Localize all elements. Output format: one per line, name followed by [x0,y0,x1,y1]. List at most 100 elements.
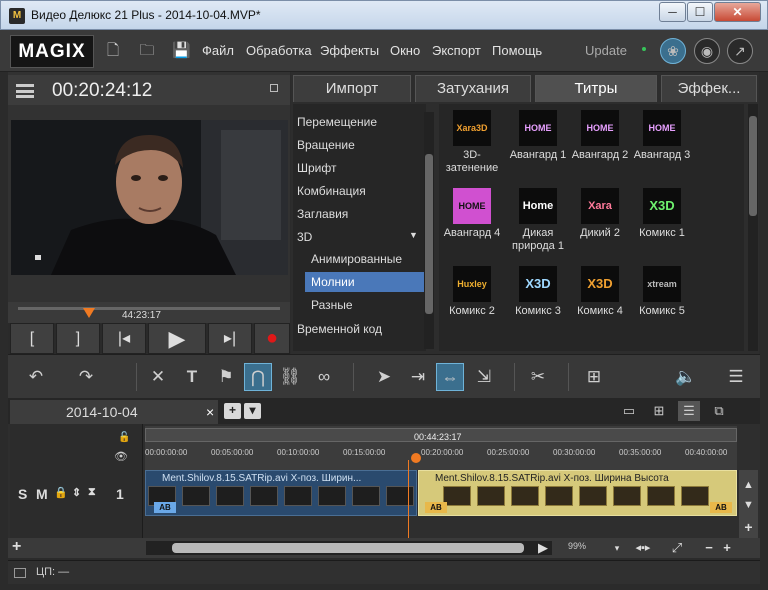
title-template[interactable]: HOME Авангард 3 [632,110,692,162]
marker-flag-icon[interactable]: ⚑ [212,363,240,391]
overview-icon[interactable]: ⧉ [708,401,730,421]
category-subitem[interactable]: Анимированные [311,252,402,266]
menu-file[interactable]: Файл [202,43,234,58]
magnet-icon[interactable]: ⋂ [244,363,272,391]
menu-export[interactable]: Экспорт [432,43,481,58]
category-item[interactable]: Шрифт [297,161,336,175]
menu-effects[interactable]: Эффекты [320,43,379,58]
title-template[interactable]: X3D Комикс 1 [632,188,692,240]
maximize-button[interactable]: ☐ [687,2,713,22]
zoom-dropdown-icon[interactable]: ▾ [608,538,626,558]
project-tab[interactable]: 2014-10-04 × [10,400,218,424]
project-tab-close-icon[interactable]: × [206,400,214,424]
new-file-icon[interactable]: 🗋 [104,42,122,60]
open-folder-icon[interactable]: 🗀 [138,42,156,60]
template-scrollbar[interactable] [748,104,758,351]
track-move-icon[interactable]: ⇕ [72,486,81,499]
single-view-icon[interactable]: ▭ [618,401,640,421]
link-icon[interactable]: ⛓ [276,363,304,391]
visibility-eye-icon[interactable]: 👁 [114,450,128,463]
mixer-icon[interactable]: ☰ [722,363,750,391]
title-template[interactable]: Xara Дикий 2 [570,188,630,240]
pointer-icon[interactable]: ➤ [370,363,398,391]
mark-in-button[interactable]: [ [10,323,54,354]
title-tool-icon[interactable]: T [178,363,206,391]
title-template[interactable]: X3D Комикс 4 [570,266,630,318]
go-to-end-button[interactable]: ▸| [208,323,252,354]
lock-icon[interactable]: 🔓 [118,432,130,443]
scroll-up-icon[interactable]: ▲ [741,478,756,492]
category-item[interactable]: Заглавия [297,207,348,221]
video-clip[interactable]: Ment.Shilov.8.15.SATRip.avi X-поз. Ширин… [145,470,417,516]
play-button[interactable]: ▶ [148,323,206,354]
range-tool-icon[interactable]: ⇲ [470,363,498,391]
category-subitem-selected[interactable]: Молнии [305,272,424,292]
trim-tool-icon[interactable]: ⇥ [404,363,432,391]
tab-effects[interactable]: Эффек... [661,75,757,102]
redo-icon[interactable]: ↷ [72,363,100,391]
tab-titles[interactable]: Титры [535,75,657,102]
category-item[interactable]: 3D [297,230,312,244]
insert-icon[interactable]: ⊞ [580,363,608,391]
category-item[interactable]: Перемещение [297,115,377,129]
stretch-tool-icon[interactable]: ⇔ [436,363,464,391]
volume-icon[interactable]: 🔈 [672,363,700,391]
menu-edit[interactable]: Обработка [246,43,312,58]
close-button[interactable]: ✕ [714,2,761,22]
track-vscrollbar[interactable]: ▲ ▼ + [739,470,758,538]
zoom-in-icon[interactable]: + [718,538,736,558]
record-button[interactable]: ● [254,323,290,354]
add-track-icon[interactable]: + [741,520,756,534]
menu-help[interactable]: Помощь [492,43,542,58]
preview-scrubber[interactable]: 44:23:17 [8,302,290,324]
scrub-position-marker[interactable] [83,308,95,318]
unlink-icon[interactable]: ∞ [310,363,338,391]
undo-icon[interactable]: ↶ [22,363,50,391]
category-item[interactable]: Временной код [297,322,382,336]
export-icon[interactable]: ↗ [727,38,753,64]
delete-icon[interactable]: ✕ [144,363,172,391]
preview-options-icon[interactable] [270,84,278,92]
zoom-fit-icon[interactable]: ◂▪▸ [628,538,658,558]
track-lock-icon[interactable]: 🔒 [54,486,68,499]
category-scroll-thumb[interactable] [425,154,433,314]
save-icon[interactable]: 💾 [172,42,191,60]
tab-fades[interactable]: Затухания [415,75,531,102]
project-dropdown-button[interactable]: ▾ [244,403,261,419]
scroll-right-icon[interactable]: ▶ [534,538,552,558]
mark-out-button[interactable]: ] [56,323,100,354]
timeline-hscrollbar[interactable] [146,541,552,555]
add-track-button[interactable]: + [12,538,21,556]
minimize-button[interactable]: ─ [659,2,686,22]
category-subitem[interactable]: Разные [311,298,353,312]
zoom-out-icon[interactable]: − [700,538,718,558]
timeline-ruler[interactable]: 00:44:23:17 00:00:00:00 00:05:00:00 00:1… [145,426,737,470]
playhead-handle[interactable] [411,453,421,463]
tab-import[interactable]: Импорт [293,75,411,102]
title-template[interactable]: X3D Комикс 3 [508,266,568,318]
solo-button[interactable]: S [18,486,27,502]
edit-mode-icon[interactable]: ❀ [660,38,686,64]
add-project-button[interactable]: + [224,403,241,419]
menu-icon[interactable] [16,84,34,98]
zoom-level[interactable]: 99% [568,541,586,551]
title-template[interactable]: HOME Авангард 1 [508,110,568,162]
menu-window[interactable]: Окно [390,43,420,58]
title-template[interactable]: xtream Комикс 5 [632,266,692,318]
expand-arrow-icon[interactable]: ▼ [409,230,418,240]
ruler-range-bar[interactable]: 00:44:23:17 [145,428,737,442]
disc-icon[interactable]: ◉ [694,38,720,64]
storyboard-view-icon[interactable]: ⊞ [648,401,670,421]
track-height-icon[interactable]: ⧗ [88,486,96,499]
fullscreen-icon[interactable]: ⤢ [668,538,686,558]
title-template[interactable]: Home Дикая природа 1 [508,188,568,253]
category-item[interactable]: Комбинация [297,184,366,198]
scroll-down-icon[interactable]: ▼ [741,498,756,512]
go-to-start-button[interactable]: |◂ [102,323,146,354]
update-link[interactable]: Update [585,43,627,58]
title-template[interactable]: HOME Авангард 2 [570,110,630,162]
cut-tool-icon[interactable]: ✂ [524,363,552,391]
timeline-scroll-thumb[interactable] [172,543,524,553]
title-template[interactable]: Huxley Комикс 2 [442,266,502,318]
category-item[interactable]: Вращение [297,138,355,152]
